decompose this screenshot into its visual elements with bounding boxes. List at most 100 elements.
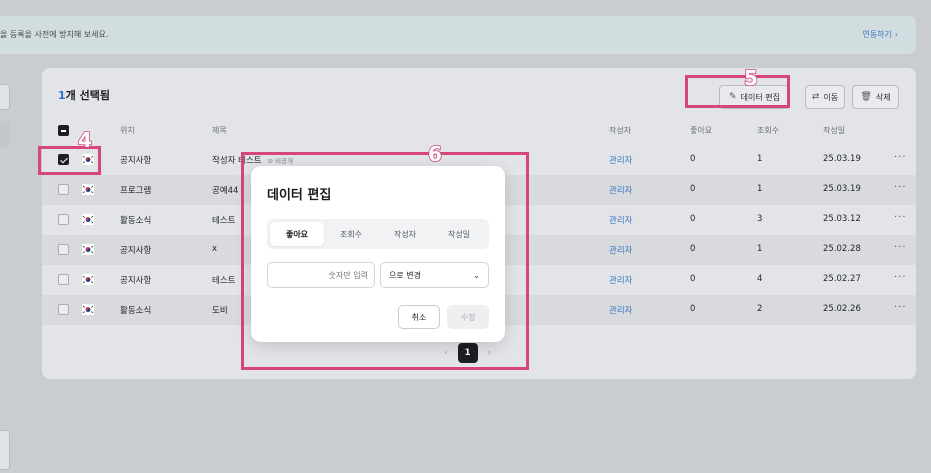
cell-title[interactable]: 테스트 bbox=[212, 214, 235, 226]
cell-location: 공지사항 bbox=[120, 276, 152, 286]
cell-title-text: 도비 bbox=[212, 306, 228, 316]
modal-tabs: 좋아요 조회수 작성자 작성일 bbox=[267, 219, 489, 249]
cell-location: 공지사항 bbox=[120, 246, 152, 256]
change-mode-select[interactable]: 으로 변경 ⌄ bbox=[380, 262, 489, 288]
header-author: 작성자 bbox=[609, 126, 632, 135]
selection-count-number: 1 bbox=[58, 89, 66, 102]
cell-title-text: 작성자 테스트 bbox=[212, 156, 262, 166]
cell-title[interactable]: 작성자 테스트 ⊘ 비공개 bbox=[212, 154, 293, 166]
private-badge: ⊘ 비공개 bbox=[268, 157, 293, 165]
korea-flag-icon bbox=[82, 274, 94, 285]
cell-likes: 0 bbox=[690, 304, 696, 314]
number-input[interactable] bbox=[267, 262, 375, 288]
cell-location: 활동소식 bbox=[120, 216, 152, 226]
cell-location: 프로그램 bbox=[120, 186, 152, 196]
cell-title[interactable]: 테스트 bbox=[212, 274, 235, 286]
row-checkbox[interactable] bbox=[58, 184, 69, 195]
move-label: 이동 bbox=[823, 92, 839, 102]
edit-data-label: 데이터 편집 bbox=[740, 92, 780, 102]
cell-views: 4 bbox=[757, 274, 763, 284]
notice-text: 을 등록을 사전에 방지해 보세요. bbox=[0, 30, 109, 39]
cell-author[interactable]: 관리자 bbox=[609, 214, 632, 226]
cell-views: 2 bbox=[757, 304, 763, 314]
tab-date[interactable]: 작성일 bbox=[432, 222, 486, 246]
cell-author[interactable]: 관리자 bbox=[609, 304, 632, 316]
cell-likes: 0 bbox=[690, 214, 696, 224]
korea-flag-icon bbox=[82, 184, 94, 195]
cell-title-text: x bbox=[212, 244, 218, 254]
more-options-icon[interactable]: ··· bbox=[894, 242, 907, 253]
cell-location: 활동소식 bbox=[120, 306, 152, 316]
header-location: 위치 bbox=[120, 126, 135, 135]
more-options-icon[interactable]: ··· bbox=[894, 302, 907, 313]
next-page-icon[interactable]: › bbox=[488, 348, 492, 358]
left-panel-input[interactable] bbox=[0, 84, 10, 110]
cancel-button[interactable]: 취소 bbox=[398, 305, 440, 329]
notice-banner: 을 등록을 사전에 방지해 보세요. 연동하기 › bbox=[0, 16, 916, 54]
cell-likes: 0 bbox=[690, 184, 696, 194]
page-button-current[interactable]: 1 bbox=[457, 343, 478, 363]
prev-page-icon[interactable]: ‹ bbox=[444, 348, 448, 358]
chevron-right-icon: › bbox=[894, 30, 898, 39]
left-panel-item[interactable] bbox=[0, 121, 10, 147]
header-date: 작성일 bbox=[823, 126, 846, 135]
cell-title[interactable]: 공예44 bbox=[212, 184, 238, 196]
delete-button[interactable]: 🗑 삭제 bbox=[852, 85, 899, 109]
more-options-icon[interactable]: ··· bbox=[894, 182, 907, 193]
row-checkbox[interactable] bbox=[58, 304, 69, 315]
cell-title[interactable]: x bbox=[212, 244, 217, 254]
notice-link[interactable]: 연동하기 › bbox=[862, 29, 898, 40]
cell-title-text: 공예44 bbox=[212, 186, 239, 196]
cell-likes: 0 bbox=[690, 274, 696, 284]
header-likes: 좋아요 bbox=[690, 126, 713, 135]
select-all-checkbox[interactable] bbox=[58, 125, 69, 136]
change-mode-value: 으로 변경 bbox=[389, 270, 421, 280]
cell-author[interactable]: 관리자 bbox=[609, 184, 632, 196]
pagination: ‹ 1 › bbox=[444, 343, 491, 363]
korea-flag-icon bbox=[82, 304, 94, 315]
cell-title[interactable]: 도비 bbox=[212, 304, 228, 316]
cell-author[interactable]: 관리자 bbox=[609, 244, 632, 256]
cell-date: 25.02.28 bbox=[823, 244, 861, 254]
more-options-icon[interactable]: ··· bbox=[894, 152, 907, 163]
chevron-down-icon: ⌄ bbox=[473, 270, 480, 280]
notice-link-label: 연동하기 bbox=[862, 30, 892, 39]
delete-label: 삭제 bbox=[875, 92, 891, 102]
annotation-label-4: 4 bbox=[77, 127, 93, 153]
cell-title-text: 테스트 bbox=[212, 276, 236, 286]
cell-likes: 0 bbox=[690, 244, 696, 254]
cell-title-text: 테스트 bbox=[212, 216, 236, 226]
korea-flag-icon bbox=[82, 214, 94, 225]
tab-likes[interactable]: 좋아요 bbox=[270, 222, 324, 246]
pencil-icon: ✎ bbox=[729, 92, 737, 102]
cell-views: 1 bbox=[757, 154, 763, 164]
eye-off-icon: ⊘ bbox=[267, 157, 274, 165]
more-options-icon[interactable]: ··· bbox=[894, 212, 907, 223]
left-panel-box bbox=[0, 430, 10, 470]
row-checkbox[interactable] bbox=[58, 154, 69, 165]
more-options-icon[interactable]: ··· bbox=[894, 272, 907, 283]
cell-date: 25.02.27 bbox=[823, 274, 861, 284]
cell-date: 25.03.19 bbox=[823, 184, 861, 194]
submit-button[interactable]: 수정 bbox=[447, 305, 489, 329]
cell-author[interactable]: 관리자 bbox=[609, 274, 632, 286]
selection-count-suffix: 개 선택됨 bbox=[65, 89, 110, 102]
cell-author[interactable]: 관리자 bbox=[609, 154, 632, 166]
edit-data-modal: 데이터 편집 좋아요 조회수 작성자 작성일 으로 변경 ⌄ 취소 수정 bbox=[251, 166, 505, 342]
swap-icon: ⇄ bbox=[811, 92, 820, 102]
trash-icon: 🗑 bbox=[860, 92, 872, 102]
cell-date: 25.02.26 bbox=[823, 304, 861, 314]
cell-date: 25.03.19 bbox=[823, 154, 861, 164]
row-checkbox[interactable] bbox=[58, 214, 69, 225]
header-title: 제목 bbox=[212, 126, 227, 135]
tab-author[interactable]: 작성자 bbox=[378, 222, 432, 246]
cell-location: 공지사항 bbox=[120, 156, 152, 166]
cell-views: 1 bbox=[757, 244, 763, 254]
modal-title: 데이터 편집 bbox=[267, 188, 332, 203]
cell-likes: 0 bbox=[690, 154, 696, 164]
tab-views[interactable]: 조회수 bbox=[324, 222, 378, 246]
row-checkbox[interactable] bbox=[58, 274, 69, 285]
header-views: 조회수 bbox=[757, 126, 780, 135]
move-button[interactable]: ⇄ 이동 bbox=[805, 85, 845, 109]
row-checkbox[interactable] bbox=[58, 244, 69, 255]
